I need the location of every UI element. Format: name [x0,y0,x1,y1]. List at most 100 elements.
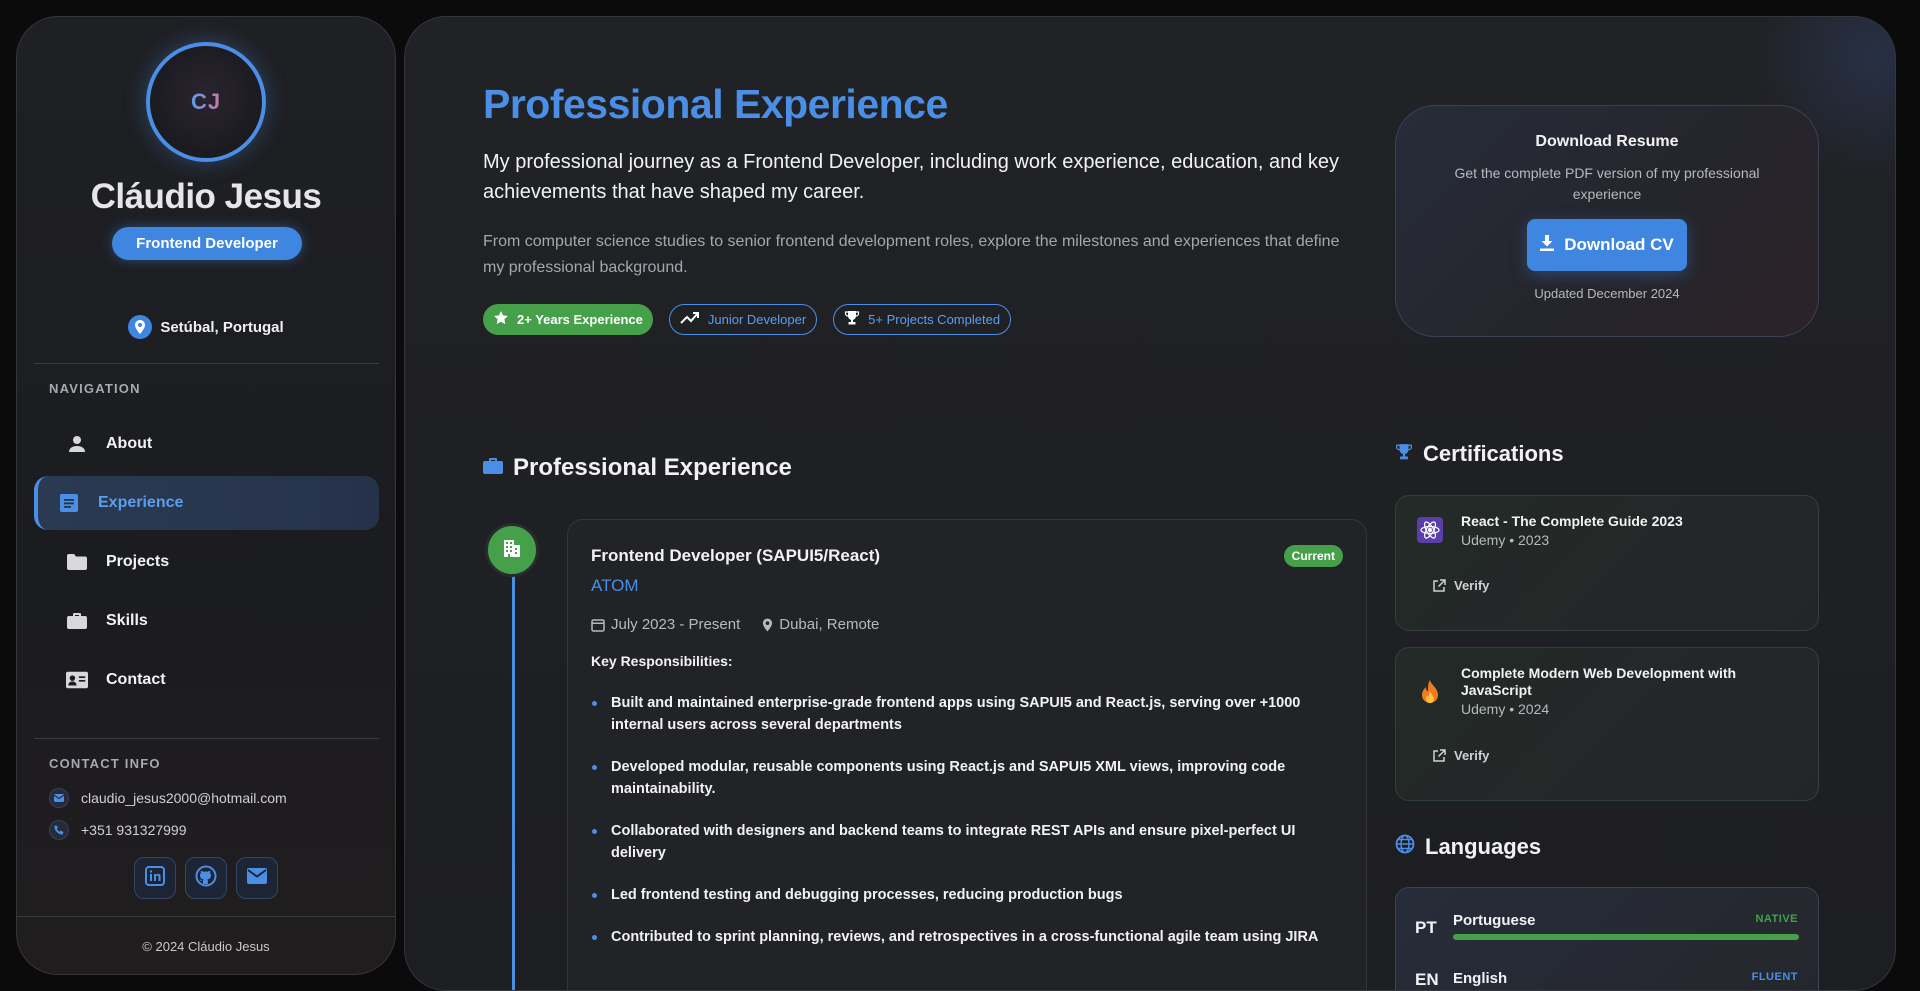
linkedin-icon [145,865,165,891]
nav-item-skills[interactable]: Skills [34,594,379,648]
resume-updated: Updated December 2024 [1534,286,1680,301]
trophy-icon [1395,441,1413,467]
nav-label-skills: Skills [106,612,148,629]
main-content: Professional Experience My professional … [404,16,1896,991]
list-item: Collaborated with designers and backend … [591,820,1331,864]
projects-badge: 5+ Projects Completed [833,304,1012,335]
person-icon [66,433,88,455]
list-item: Contributed to sprint planning, reviews,… [591,926,1331,948]
globe-icon [1395,834,1415,860]
experience-badge: 2+ Years Experience [483,304,653,335]
level-badge: Junior Developer [668,304,818,335]
certification-issuer: Udemy • 2023 [1461,532,1550,548]
nav-item-contact[interactable]: Contact [34,653,379,707]
briefcase-icon [483,454,503,482]
resume-description: Get the complete PDF version of my profe… [1454,165,1760,202]
github-button[interactable] [185,857,227,899]
projects-badge-label: 5+ Projects Completed [868,312,1001,327]
job-location-text: Dubai, Remote [779,616,880,633]
location-text: Setúbal, Portugal [160,318,284,336]
email-button[interactable] [236,857,278,899]
nav-label-contact: Contact [106,671,166,688]
download-cv-button[interactable]: Download CV [1527,219,1687,271]
linkedin-button[interactable] [134,857,176,899]
social-links [134,857,278,899]
phone-text: +351 931327999 [81,822,187,838]
footer-copyright: © 2024 Cláudio Jesus [142,939,270,954]
responsibilities-list: Built and maintained enterprise-grade fr… [591,692,1331,968]
role-badge: Frontend Developer [112,227,302,260]
job-location: Dubai, Remote [762,616,879,633]
experience-card: Frontend Developer (SAPUI5/React) Curren… [567,519,1367,990]
job-meta: July 2023 - Present Dubai, Remote [591,616,879,633]
nav-label-projects: Projects [106,553,170,570]
languages-card: PT Portuguese NATIVE EN English FLUENT [1395,887,1819,990]
mail-icon [247,867,267,889]
trending-up-icon [680,311,700,328]
page-title: Professional Experience [483,81,948,127]
github-icon [195,865,217,892]
job-dates-text: July 2023 - Present [611,616,741,633]
level-badge-label: Junior Developer [707,312,807,327]
document-icon [58,492,80,514]
star-icon [493,310,509,329]
language-code: EN [1415,970,1439,989]
external-link-icon [1433,578,1446,592]
download-cv-label: Download CV [1564,235,1674,254]
calendar-icon [591,618,605,632]
resume-card: Download Resume Get the complete PDF ver… [1395,105,1819,337]
sidebar: CJ Cláudio Jesus Frontend Developer Setú… [16,16,396,975]
building-icon [502,538,522,563]
certification-card: React - The Complete Guide 2023 Udemy • … [1395,495,1819,631]
timeline-line [512,572,515,990]
nav-label-about: About [106,435,153,452]
profile-name: Cláudio Jesus [90,177,322,216]
external-link-icon [1433,748,1446,762]
contact-label: CONTACT INFO [49,756,161,771]
certification-name: Complete Modern Web Development with Jav… [1461,665,1737,698]
certification-name: React - The Complete Guide 2023 [1461,513,1683,529]
experience-heading-text: Professional Experience [513,454,792,481]
experience-badge-label: 2+ Years Experience [517,312,643,327]
divider [34,738,379,739]
language-name: English [1453,970,1508,987]
location-pin-icon [128,315,153,339]
job-dates: July 2023 - Present [591,616,740,633]
briefcase-icon [66,610,88,632]
avatar: CJ [146,42,266,162]
trophy-icon [844,310,860,329]
location-pin-icon [763,618,773,631]
language-level: FLUENT [1751,971,1798,983]
language-bar-fill [1453,934,1799,940]
verify-link[interactable]: Verify [1432,748,1489,763]
nav-item-projects[interactable]: Projects [34,535,379,589]
language-name: Portuguese [1453,912,1536,929]
badges: 2+ Years Experience Junior Developer 5+ … [483,304,1012,335]
certification-issuer: Udemy • 2024 [1461,701,1550,717]
hero-lead: My professional journey as a Frontend De… [483,151,1340,203]
verify-label: Verify [1454,748,1490,763]
contact-email[interactable]: claudio_jesus2000@hotmail.com [49,788,287,808]
email-text: claudio_jesus2000@hotmail.com [81,790,287,806]
react-icon [1416,516,1444,544]
company-name: ATOM [591,576,639,595]
hero-subtext: From computer science studies to senior … [483,233,1340,276]
nav-item-experience[interactable]: Experience [34,476,379,530]
download-icon [1540,234,1555,256]
verify-link[interactable]: Verify [1432,578,1489,593]
language-code: PT [1415,918,1437,937]
language-bar [1453,934,1799,940]
certifications-heading-text: Certifications [1423,441,1564,466]
resume-title: Download Resume [1535,133,1679,150]
list-item: Developed modular, reusable components u… [591,756,1331,800]
certification-card: Complete Modern Web Development with Jav… [1395,647,1819,801]
languages-heading: Languages [1395,834,1541,860]
responsibilities-label: Key Responsibilities: [591,653,733,669]
list-item: Led frontend testing and debugging proce… [591,884,1331,906]
contact-phone[interactable]: +351 931327999 [49,820,187,840]
mail-icon [49,788,69,808]
nav-item-about[interactable]: About [34,417,379,471]
job-title: Frontend Developer (SAPUI5/React) [591,546,881,565]
flame-icon [1416,678,1444,706]
phone-icon [49,820,69,840]
